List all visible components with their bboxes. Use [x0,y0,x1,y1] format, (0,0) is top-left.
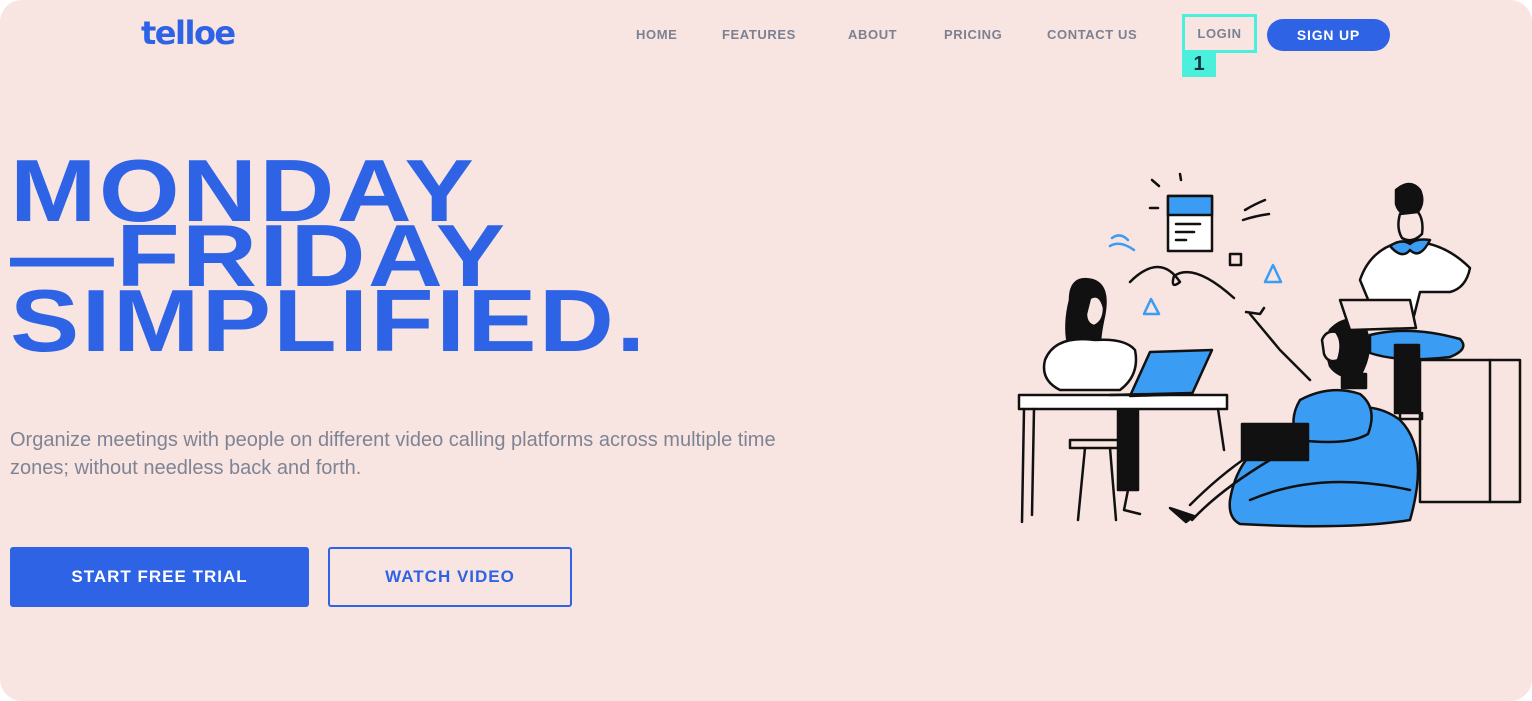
landing-page: telloe HOME FEATURES ABOUT PRICING CONTA… [0,0,1532,701]
hero-subtitle: Organize meetings with people on differe… [10,429,776,479]
sign-up-button[interactable]: SIGN UP [1267,19,1390,51]
people-working-illustration [1017,172,1522,528]
headline-line-3: SIMPLIFIED. [10,271,648,370]
login-label-badge: 1 [1182,52,1216,77]
nav-home[interactable]: HOME [636,27,677,42]
nav-contact-us[interactable]: CONTACT US [1047,27,1137,42]
login-highlight-box: LOGIN [1182,14,1257,53]
nav-login[interactable]: LOGIN [1185,17,1254,50]
hero-headline: MONDAY —FRIDAY SIMPLIFIED. [10,147,648,370]
telloe-logo[interactable]: telloe [141,14,236,52]
nav-about[interactable]: ABOUT [848,27,897,42]
nav-pricing[interactable]: PRICING [944,27,1002,42]
start-free-trial-button[interactable]: START FREE TRIAL [10,547,309,607]
watch-video-button[interactable]: WATCH VIDEO [328,547,572,607]
nav-features[interactable]: FEATURES [722,27,796,42]
